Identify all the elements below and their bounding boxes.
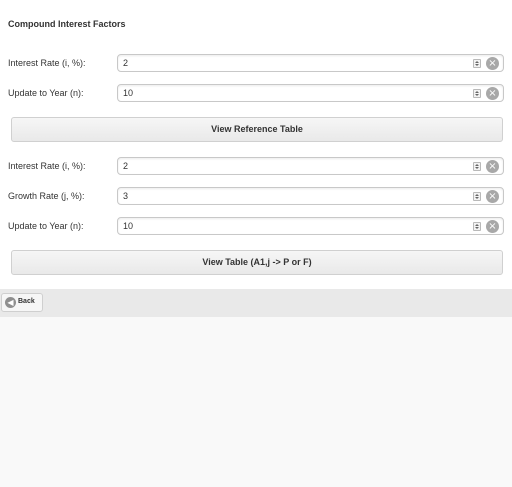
stepper-icon[interactable] xyxy=(473,89,481,98)
interest-rate-label: Interest Rate (i, %): xyxy=(8,161,86,171)
update-year-label: Update to Year (n): xyxy=(8,88,84,98)
update-year-input[interactable]: 10 × xyxy=(117,217,504,235)
stepper-icon[interactable] xyxy=(473,59,481,68)
growth-rate-label: Growth Rate (j, %): xyxy=(8,191,85,201)
interest-rate-label: Interest Rate (i, %): xyxy=(8,58,86,68)
back-label: Back xyxy=(18,298,35,305)
view-table-button[interactable]: View Table (A1,j -> P or F) xyxy=(11,250,503,275)
stepper-icon[interactable] xyxy=(473,192,481,201)
footer-bar: ◀ Back xyxy=(0,289,512,317)
back-arrow-icon: ◀ xyxy=(5,297,16,308)
interest-rate-input[interactable]: 2 × xyxy=(117,54,504,72)
view-reference-table-button[interactable]: View Reference Table xyxy=(11,117,503,142)
page-title: Compound Interest Factors xyxy=(8,19,126,29)
growth-rate-input[interactable]: 3 × xyxy=(117,187,504,205)
clear-icon[interactable]: × xyxy=(486,57,499,70)
growth-rate-value: 3 xyxy=(123,191,129,201)
interest-rate-value: 2 xyxy=(123,58,129,68)
update-year-value: 10 xyxy=(123,221,134,231)
update-year-value: 10 xyxy=(123,88,134,98)
clear-icon[interactable]: × xyxy=(486,87,499,100)
interest-rate-input[interactable]: 2 × xyxy=(117,157,504,175)
clear-icon[interactable]: × xyxy=(486,160,499,173)
clear-icon[interactable]: × xyxy=(486,220,499,233)
stepper-icon[interactable] xyxy=(473,222,481,231)
update-year-label: Update to Year (n): xyxy=(8,221,84,231)
interest-rate-value: 2 xyxy=(123,161,129,171)
stepper-icon[interactable] xyxy=(473,162,481,171)
update-year-input[interactable]: 10 × xyxy=(117,84,504,102)
clear-icon[interactable]: × xyxy=(486,190,499,203)
back-button[interactable]: ◀ Back xyxy=(1,293,43,312)
main-content: Compound Interest Factors Interest Rate … xyxy=(0,0,512,289)
